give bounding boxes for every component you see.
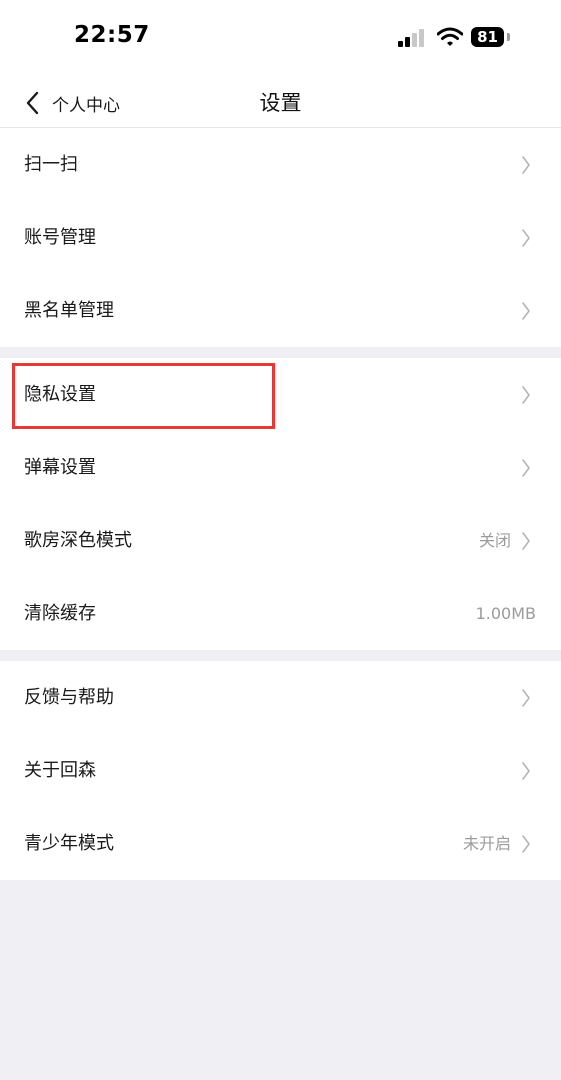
row-clear-cache[interactable]: 清除缓存 1.00MB [0, 577, 561, 650]
chevron-right-icon [522, 532, 530, 550]
row-label: 扫一扫 [24, 154, 78, 175]
row-scan[interactable]: 扫一扫 [0, 128, 561, 201]
row-karaoke-dark-mode[interactable]: 歌房深色模式 关闭 [0, 504, 561, 577]
chevron-right-icon [522, 689, 530, 707]
row-teen-mode[interactable]: 青少年模式 未开启 [0, 807, 561, 880]
cellular-signal-icon [398, 29, 428, 47]
nav-bar: 设置 个人中心 [0, 78, 561, 128]
chevron-left-icon [26, 91, 39, 115]
chevron-right-icon [522, 762, 530, 780]
row-label: 青少年模式 [24, 833, 114, 854]
battery-cap [507, 33, 510, 41]
chevron-right-icon [522, 386, 530, 404]
row-label: 歌房深色模式 [24, 530, 132, 551]
row-value: 未开启 [462, 834, 511, 853]
back-button[interactable]: 个人中心 [24, 86, 120, 120]
row-label: 弹幕设置 [24, 457, 96, 478]
settings-group-1: 扫一扫 账号管理 黑名单管理 [0, 128, 561, 347]
row-about[interactable]: 关于回森 [0, 734, 561, 807]
chevron-right-icon [522, 302, 530, 320]
status-time: 22:57 [74, 22, 150, 48]
row-account-management[interactable]: 账号管理 [0, 201, 561, 274]
row-label: 账号管理 [24, 227, 96, 248]
chevron-right-icon [522, 229, 530, 247]
row-danmaku-settings[interactable]: 弹幕设置 [0, 431, 561, 504]
chevron-right-icon [522, 459, 530, 477]
back-label: 个人中心 [52, 95, 120, 116]
status-bar: 22:57 81 [0, 0, 561, 78]
settings-group-3: 反馈与帮助 关于回森 青少年模式 未开启 [0, 661, 561, 880]
row-label: 反馈与帮助 [24, 687, 114, 708]
chevron-right-icon [522, 835, 530, 853]
row-label: 黑名单管理 [24, 300, 114, 321]
battery-icon: 81 [471, 27, 504, 47]
wifi-icon [437, 27, 463, 46]
row-value: 关闭 [478, 531, 511, 550]
row-label: 清除缓存 [24, 603, 96, 624]
highlight-box [12, 363, 275, 429]
row-label: 关于回森 [24, 760, 96, 781]
row-feedback-help[interactable]: 反馈与帮助 [0, 661, 561, 734]
chevron-right-icon [522, 156, 530, 174]
cache-size-value: 1.00MB [475, 604, 536, 623]
row-blacklist-management[interactable]: 黑名单管理 [0, 274, 561, 347]
